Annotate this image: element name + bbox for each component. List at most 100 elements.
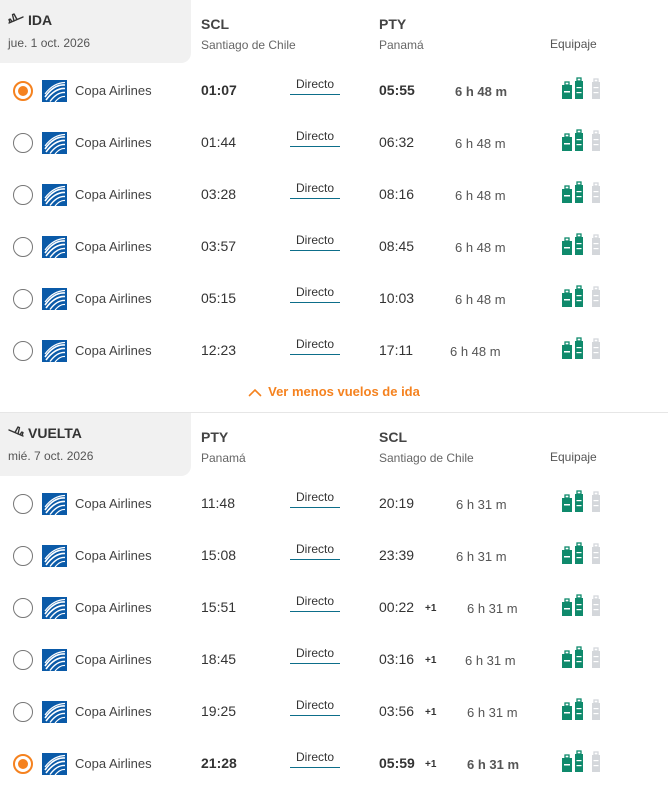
flight-select-radio[interactable] [13,341,33,361]
flight-option-row[interactable]: Copa Airlines 05:15 Directo 10:03 6 h 48 m [0,285,668,340]
flight-duration: 6 h 48 m [455,292,506,307]
copa-airlines-logo-icon [42,236,67,259]
outbound-dest-city: Panamá [379,38,424,52]
arrival-time: 05:59 [379,755,415,771]
flight-select-radio[interactable] [13,185,33,205]
flight-select-radio[interactable] [13,702,33,722]
airline-name: Copa Airlines [75,239,152,254]
baggage-icons[interactable] [558,77,608,101]
flight-select-radio[interactable] [13,598,33,618]
stops-link[interactable]: Directo [290,233,340,251]
stops-link[interactable]: Directo [290,129,340,147]
flight-select-radio[interactable] [13,650,33,670]
stops-link[interactable]: Directo [290,337,340,355]
baggage-icons[interactable] [558,750,608,774]
departure-time: 01:44 [201,134,237,150]
flight-duration: 6 h 48 m [455,136,506,151]
baggage-icons[interactable] [558,129,608,153]
inbound-dest-city: Santiago de Chile [379,451,474,465]
flight-duration: 6 h 31 m [456,497,507,512]
arrival-time: 03:16 [379,651,415,667]
stops-link[interactable]: Directo [290,646,340,664]
flight-option-row[interactable]: Copa Airlines 15:51 Directo 00:22 +1 6 h 31 m [0,594,668,649]
stops-link[interactable]: Directo [290,542,340,560]
baggage-icons[interactable] [558,233,608,257]
baggage-icons[interactable] [558,594,608,618]
inbound-origin-code: PTY [201,429,229,445]
flight-option-row[interactable]: Copa Airlines 15:08 Directo 23:39 6 h 31 m [0,542,668,597]
next-day-indicator: +1 [425,707,437,718]
flight-duration: 6 h 48 m [455,240,506,255]
flight-option-row[interactable]: Copa Airlines 21:28 Directo 05:59 +1 6 h 31 m [0,750,668,795]
flight-option-row[interactable]: Copa Airlines 03:57 Directo 08:45 6 h 48 m [0,233,668,288]
copa-airlines-logo-icon [42,340,67,363]
inbound-direction-label: VUELTA [28,425,82,441]
next-day-indicator: +1 [425,603,437,614]
airline-name: Copa Airlines [75,343,152,358]
arrival-time: 05:55 [379,82,415,98]
flight-option-row[interactable]: Copa Airlines 01:07 Directo 05:55 6 h 48 m [0,77,668,132]
inbound-direction-box: VUELTA mié. 7 oct. 2026 [0,413,191,476]
flight-select-radio[interactable] [13,81,33,101]
copa-airlines-logo-icon [42,545,67,568]
flight-select-radio[interactable] [13,133,33,153]
flight-select-radio[interactable] [13,494,33,514]
flight-select-radio[interactable] [13,237,33,257]
departure-time: 18:45 [201,651,237,667]
outbound-origin-code: SCL [201,16,229,32]
baggage-icons[interactable] [558,646,608,670]
inbound-direction-title: VUELTA [8,425,191,441]
airline-name: Copa Airlines [75,600,152,615]
flight-option-row[interactable]: Copa Airlines 18:45 Directo 03:16 +1 6 h 31 m [0,646,668,701]
flight-option-row[interactable]: Copa Airlines 01:44 Directo 06:32 6 h 48 m [0,129,668,184]
copa-airlines-logo-icon [42,288,67,311]
next-day-indicator: +1 [425,759,437,770]
departure-time: 11:48 [201,495,235,511]
outbound-section: IDA jue. 1 oct. 2026 SCL Santiago de Chi… [0,0,668,412]
departure-time: 03:28 [201,186,237,202]
arrival-time: 10:03 [379,290,415,306]
flight-option-row[interactable]: Copa Airlines 11:48 Directo 20:19 6 h 31 m [0,490,668,545]
outbound-dest-code: PTY [379,16,407,32]
stops-link[interactable]: Directo [290,750,340,768]
copa-airlines-logo-icon [42,132,67,155]
departure-time: 03:57 [201,238,237,254]
toggle-outbound-flights-label: Ver menos vuelos de ida [268,384,420,399]
next-day-indicator: +1 [425,655,437,666]
stops-link[interactable]: Directo [290,285,340,303]
toggle-outbound-flights-link[interactable]: Ver menos vuelos de ida [0,384,668,399]
flight-select-radio[interactable] [13,546,33,566]
baggage-icons[interactable] [558,490,608,514]
flight-select-radio[interactable] [13,754,33,774]
flight-select-radio[interactable] [13,289,33,309]
plane-depart-icon [8,13,24,24]
departure-time: 12:23 [201,342,237,358]
flight-duration: 6 h 31 m [467,757,520,772]
copa-airlines-logo-icon [42,184,67,207]
arrival-time: 08:16 [379,186,415,202]
airline-name: Copa Airlines [75,83,152,98]
stops-link[interactable]: Directo [290,594,340,612]
stops-link[interactable]: Directo [290,490,340,508]
airline-name: Copa Airlines [75,704,152,719]
flight-duration: 6 h 31 m [456,549,507,564]
flight-duration: 6 h 48 m [455,188,506,203]
outbound-date: jue. 1 oct. 2026 [8,36,91,50]
baggage-icons[interactable] [558,285,608,309]
departure-time: 15:08 [201,547,237,563]
stops-link[interactable]: Directo [290,77,340,95]
flight-option-row[interactable]: Copa Airlines 19:25 Directo 03:56 +1 6 h 31 m [0,698,668,753]
outbound-baggage-header: Equipaje [550,37,597,51]
airline-name: Copa Airlines [75,652,152,667]
stops-link[interactable]: Directo [290,698,340,716]
flight-option-row[interactable]: Copa Airlines 03:28 Directo 08:16 6 h 48 m [0,181,668,236]
baggage-icons[interactable] [558,181,608,205]
inbound-dest-code: SCL [379,429,407,445]
arrival-time: 06:32 [379,134,415,150]
baggage-icons[interactable] [558,698,608,722]
baggage-icons[interactable] [558,542,608,566]
airline-name: Copa Airlines [75,187,152,202]
stops-link[interactable]: Directo [290,181,340,199]
flight-duration: 6 h 31 m [467,601,518,616]
baggage-icons[interactable] [558,337,608,361]
